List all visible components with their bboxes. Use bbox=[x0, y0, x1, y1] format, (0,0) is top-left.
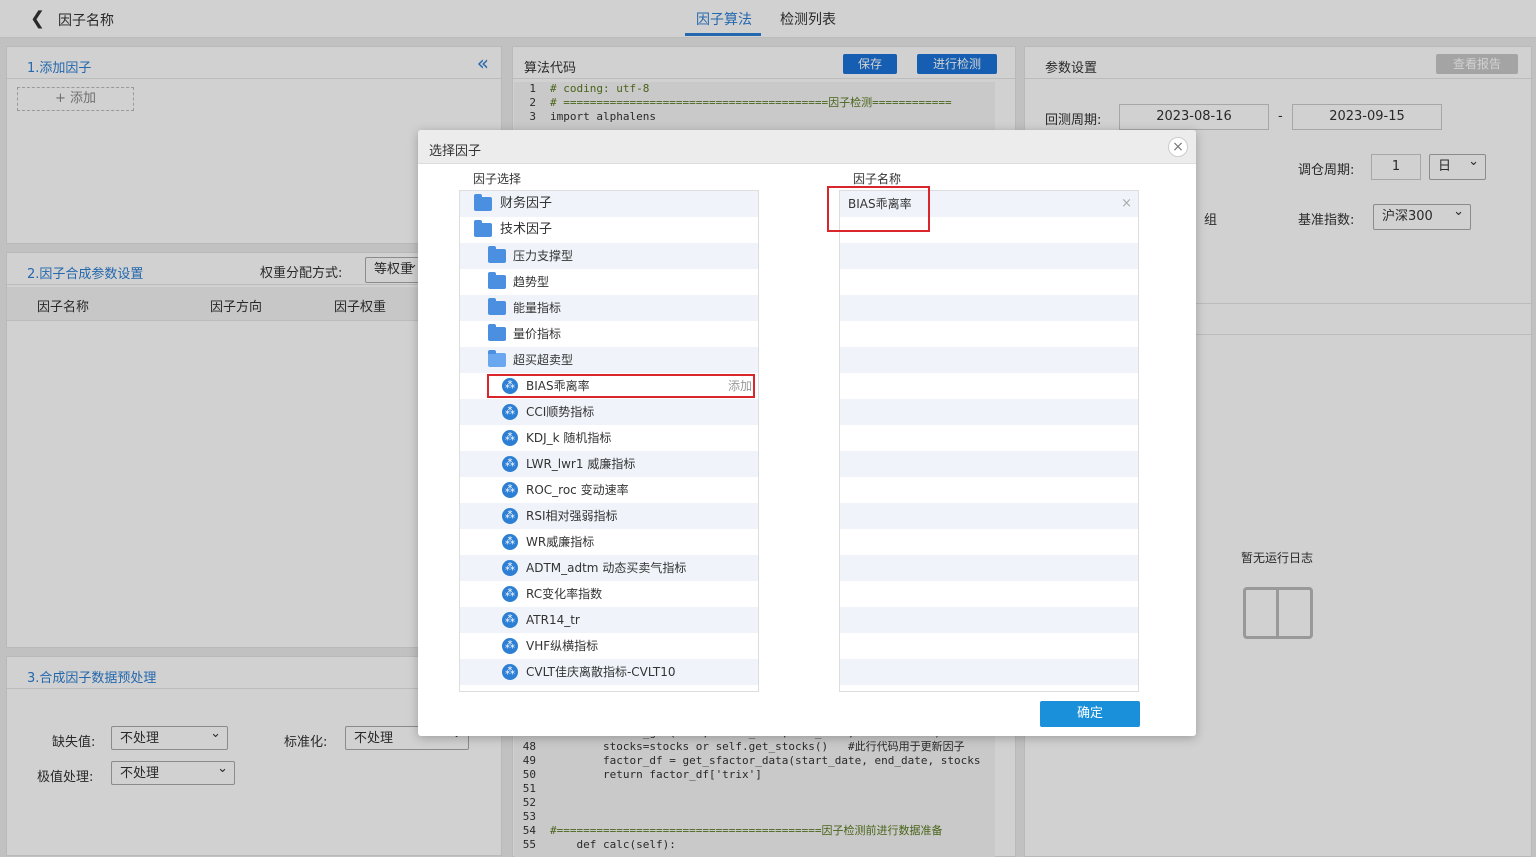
factor-icon: ⁂ bbox=[502, 586, 518, 602]
close-icon[interactable]: × bbox=[1168, 137, 1188, 157]
factor-icon: ⁂ bbox=[502, 404, 518, 420]
factor-item[interactable]: ⁂ CVLT佳庆离散指标-CVLT10 bbox=[460, 659, 758, 685]
folder-open-icon bbox=[488, 350, 506, 367]
folder-icon bbox=[474, 220, 492, 237]
folder-icon bbox=[488, 246, 506, 263]
select-factor-dialog: 选择因子 × 因子选择 因子名称 财务因子 技术因子 压力支撑型 趋势型 能量指… bbox=[418, 130, 1196, 736]
factor-icon: ⁂ bbox=[502, 612, 518, 628]
tree-item-overbought[interactable]: 超买超卖型 bbox=[460, 347, 758, 373]
factor-name-title: 因子名称 bbox=[853, 172, 902, 186]
tree-item-support[interactable]: 压力支撑型 bbox=[460, 243, 758, 269]
factor-icon: ⁂ bbox=[502, 430, 518, 446]
folder-icon bbox=[488, 324, 506, 341]
tree-item-energy[interactable]: 能量指标 bbox=[460, 295, 758, 321]
factor-icon: ⁂ bbox=[502, 560, 518, 576]
tree-item-finance[interactable]: 财务因子 bbox=[460, 191, 758, 217]
factor-item[interactable]: ⁂ KDJ_k 随机指标 bbox=[460, 425, 758, 451]
factor-icon: ⁂ bbox=[502, 664, 518, 680]
tree-item-technical[interactable]: 技术因子 bbox=[460, 217, 758, 243]
factor-icon: ⁂ bbox=[502, 638, 518, 654]
highlight-box bbox=[487, 374, 755, 398]
factor-item[interactable]: ⁂ ATR14_tr bbox=[460, 607, 758, 633]
factor-item[interactable]: ⁂ RSI相对强弱指标 bbox=[460, 503, 758, 529]
dialog-title: 选择因子 bbox=[429, 144, 482, 159]
remove-icon[interactable]: × bbox=[1121, 191, 1132, 217]
factor-icon: ⁂ bbox=[502, 456, 518, 472]
tree-item-trend[interactable]: 趋势型 bbox=[460, 269, 758, 295]
factor-icon: ⁂ bbox=[502, 508, 518, 524]
selected-factor-list: BIAS乖离率 × bbox=[839, 190, 1139, 692]
factor-item[interactable]: ⁂ RC变化率指数 bbox=[460, 581, 758, 607]
confirm-button[interactable]: 确定 bbox=[1040, 701, 1140, 727]
factor-icon: ⁂ bbox=[502, 482, 518, 498]
factor-selection-title: 因子选择 bbox=[473, 172, 522, 186]
tree-item-volume-price[interactable]: 量价指标 bbox=[460, 321, 758, 347]
dialog-header: 选择因子 bbox=[418, 130, 1196, 164]
highlight-box bbox=[827, 186, 930, 232]
factor-item[interactable]: ⁂ WR威廉指标 bbox=[460, 529, 758, 555]
folder-icon bbox=[488, 298, 506, 315]
factor-item[interactable]: ⁂ ADTM_adtm 动态买卖气指标 bbox=[460, 555, 758, 581]
factor-item[interactable]: ⁂ ROC_roc 变动速率 bbox=[460, 477, 758, 503]
factor-icon: ⁂ bbox=[502, 534, 518, 550]
factor-item[interactable]: ⁂ CCI顺势指标 bbox=[460, 399, 758, 425]
folder-icon bbox=[488, 272, 506, 289]
factor-tree: 财务因子 技术因子 压力支撑型 趋势型 能量指标 量价指标 超买超卖型 ⁂ BIA… bbox=[459, 190, 759, 692]
factor-item[interactable]: ⁂ LWR_lwr1 威廉指标 bbox=[460, 451, 758, 477]
folder-icon bbox=[474, 194, 492, 211]
factor-item[interactable]: ⁂ VHF纵横指标 bbox=[460, 633, 758, 659]
